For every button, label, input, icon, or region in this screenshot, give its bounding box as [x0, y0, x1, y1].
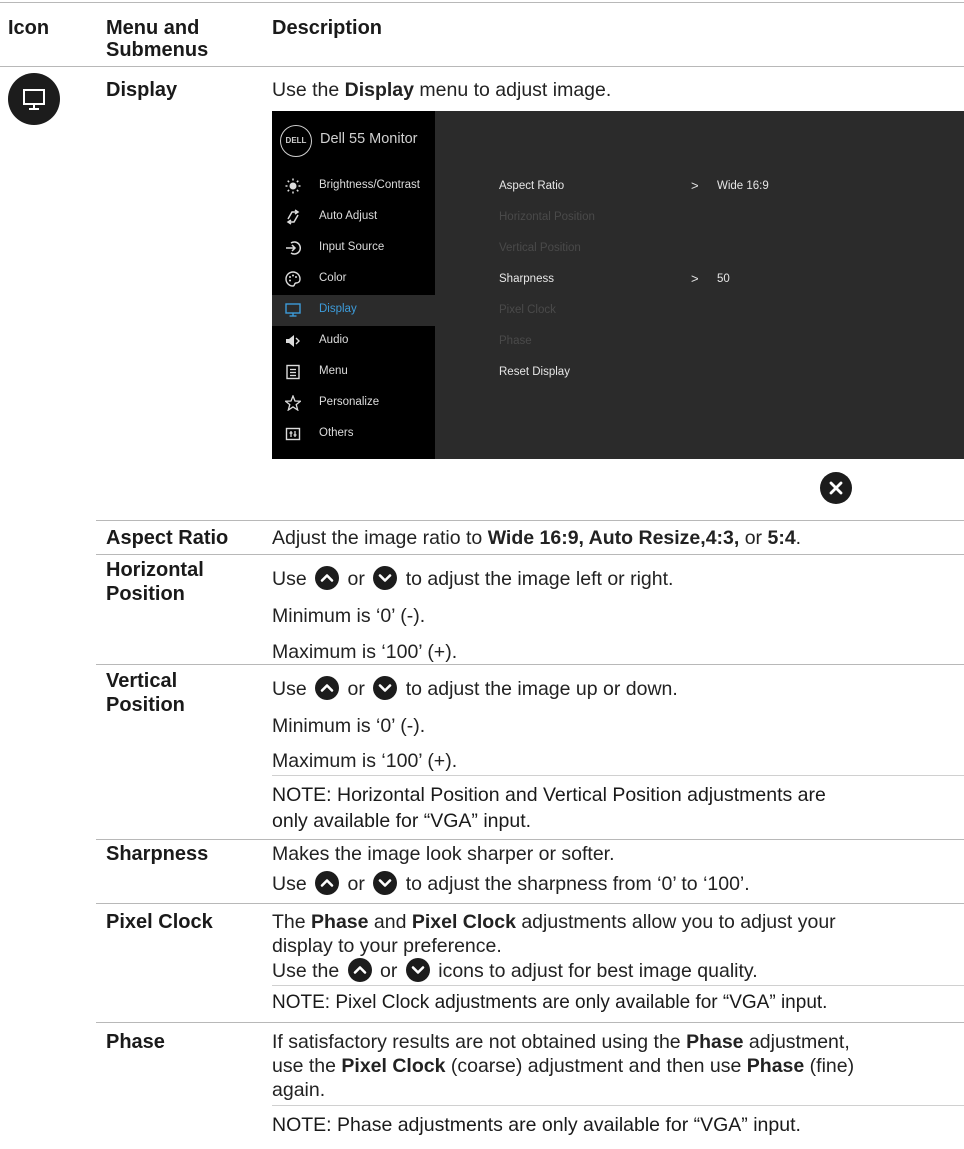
osd-item-label: Auto Adjust: [319, 210, 378, 222]
row-divider: [96, 554, 964, 555]
vertical-position-name-line2: Position: [106, 694, 185, 716]
osd-setting-pixel-clock: Pixel Clock: [499, 304, 556, 316]
phase-line2: use the Pixel Clock (coarse) adjustment …: [272, 1055, 855, 1077]
sharpness-name: Sharpness: [106, 843, 209, 865]
position-note-line2: only available for “VGA” input.: [272, 810, 532, 832]
up-arrow-icon: [315, 871, 340, 895]
osd-item-personalize[interactable]: Personalize: [272, 388, 435, 419]
osd-item-label: Display: [319, 303, 357, 315]
osd-main-menu: DELL Dell 55 Monitor Brightness/Contrast…: [272, 111, 435, 459]
monitor-icon: [8, 73, 60, 125]
horizontal-position-min: Minimum is ‘0’ (-).: [272, 605, 426, 627]
header-description: Description: [272, 17, 383, 39]
phase-name: Phase: [106, 1031, 165, 1053]
dell-logo: DELL: [280, 125, 312, 157]
down-arrow-icon: [373, 566, 398, 590]
sharpness-description: Makes the image look sharper or softer.: [272, 843, 615, 865]
chevron-right-icon: >: [691, 178, 699, 193]
display-menu-name: Display: [106, 79, 178, 101]
pixel-clock-line1: The Phase and Pixel Clock adjustments al…: [272, 911, 836, 933]
osd-item-label: Brightness/Contrast: [319, 179, 420, 191]
osd-model-name: Dell 55 Monitor: [320, 131, 418, 147]
brightness-icon: [285, 178, 301, 194]
osd-setting-phase: Phase: [499, 335, 532, 347]
note-divider: [272, 775, 964, 776]
up-arrow-icon: [315, 676, 340, 700]
row-divider: [96, 903, 964, 904]
osd-item-label: Audio: [319, 334, 349, 346]
osd-item-color[interactable]: Color: [272, 264, 435, 295]
header-menu-line2: Submenus: [106, 39, 209, 61]
color-icon: [285, 271, 301, 287]
osd-item-others[interactable]: Others: [272, 419, 435, 450]
position-note-line1: NOTE: Horizontal Position and Vertical P…: [272, 784, 826, 806]
osd-setting-aspect-ratio[interactable]: Aspect Ratio: [499, 180, 564, 192]
row-divider: [96, 839, 964, 840]
others-icon: [285, 427, 301, 441]
osd-item-label: Personalize: [319, 396, 380, 408]
osd-setting-sharpness[interactable]: Sharpness: [499, 273, 554, 285]
chevron-right-icon: >: [691, 271, 699, 286]
note-divider: [272, 985, 964, 986]
sharpness-usage: Use or to adjust the sharpness from ‘0’ …: [272, 871, 750, 895]
down-arrow-icon: [373, 871, 398, 895]
phase-line3: again.: [272, 1079, 326, 1101]
aspect-ratio-description: Adjust the image ratio to Wide 16:9, Aut…: [272, 527, 802, 549]
osd-item-label: Others: [319, 427, 354, 439]
header-rule: [0, 66, 964, 67]
osd-item-menu[interactable]: Menu: [272, 357, 435, 388]
header-menu-line1: Menu and: [106, 17, 200, 39]
osd-setting-horizontal-position: Horizontal Position: [499, 211, 595, 223]
up-arrow-icon: [347, 958, 372, 982]
horizontal-position-name-line1: Horizontal: [106, 559, 204, 581]
auto-adjust-icon: [286, 209, 300, 225]
pixel-clock-name: Pixel Clock: [106, 911, 213, 933]
horizontal-position-max: Maximum is ‘100’ (+).: [272, 641, 458, 663]
phase-note: NOTE: Phase adjustments are only availab…: [272, 1114, 801, 1136]
note-divider: [272, 1105, 964, 1106]
osd-setting-vertical-position: Vertical Position: [499, 242, 581, 254]
header-icon: Icon: [8, 17, 50, 39]
up-arrow-icon: [315, 566, 340, 590]
vertical-position-min: Minimum is ‘0’ (-).: [272, 715, 426, 737]
monitor-icon: [285, 303, 301, 317]
osd-value-aspect-ratio: Wide 16:9: [717, 180, 769, 192]
down-arrow-icon: [405, 958, 430, 982]
close-icon[interactable]: [820, 472, 852, 504]
osd-screenshot: DELL Dell 55 Monitor Brightness/Contrast…: [272, 111, 964, 459]
menu-icon: [286, 364, 300, 380]
speaker-icon: [286, 335, 300, 347]
top-rule: [0, 2, 964, 3]
osd-item-auto-adjust[interactable]: Auto Adjust: [272, 202, 435, 233]
osd-setting-reset-display[interactable]: Reset Display: [499, 366, 570, 378]
row-divider: [96, 1022, 964, 1023]
vertical-position-max: Maximum is ‘100’ (+).: [272, 750, 458, 772]
osd-item-label: Input Source: [319, 241, 385, 253]
phase-line1: If satisfactory results are not obtained…: [272, 1031, 850, 1053]
osd-submenu-panel: Aspect Ratio > Wide 16:9 Horizontal Posi…: [435, 111, 964, 459]
pixel-clock-usage: Use the or icons to adjust for best imag…: [272, 958, 758, 982]
osd-item-audio[interactable]: Audio: [272, 326, 435, 357]
osd-item-brightness-contrast[interactable]: Brightness/Contrast: [272, 171, 435, 202]
horizontal-position-name-line2: Position: [106, 583, 185, 605]
star-icon: [285, 395, 301, 411]
osd-item-label: Menu: [319, 365, 348, 377]
vertical-position-name-line1: Vertical: [106, 670, 178, 692]
osd-value-sharpness: 50: [717, 273, 730, 285]
aspect-ratio-name: Aspect Ratio: [106, 527, 229, 549]
input-source-icon: [286, 241, 301, 255]
osd-item-input-source[interactable]: Input Source: [272, 233, 435, 264]
row-divider: [96, 664, 964, 665]
osd-item-display[interactable]: Display: [272, 295, 435, 326]
pixel-clock-note: NOTE: Pixel Clock adjustments are only a…: [272, 992, 828, 1013]
down-arrow-icon: [373, 676, 398, 700]
osd-item-label: Color: [319, 272, 347, 284]
vertical-position-usage: Use or to adjust the image up or down.: [272, 676, 678, 700]
pixel-clock-line2: display to your preference.: [272, 935, 502, 957]
display-description: Use the Display menu to adjust image.: [272, 79, 612, 101]
row-divider: [96, 520, 964, 521]
horizontal-position-usage: Use or to adjust the image left or right…: [272, 566, 674, 590]
